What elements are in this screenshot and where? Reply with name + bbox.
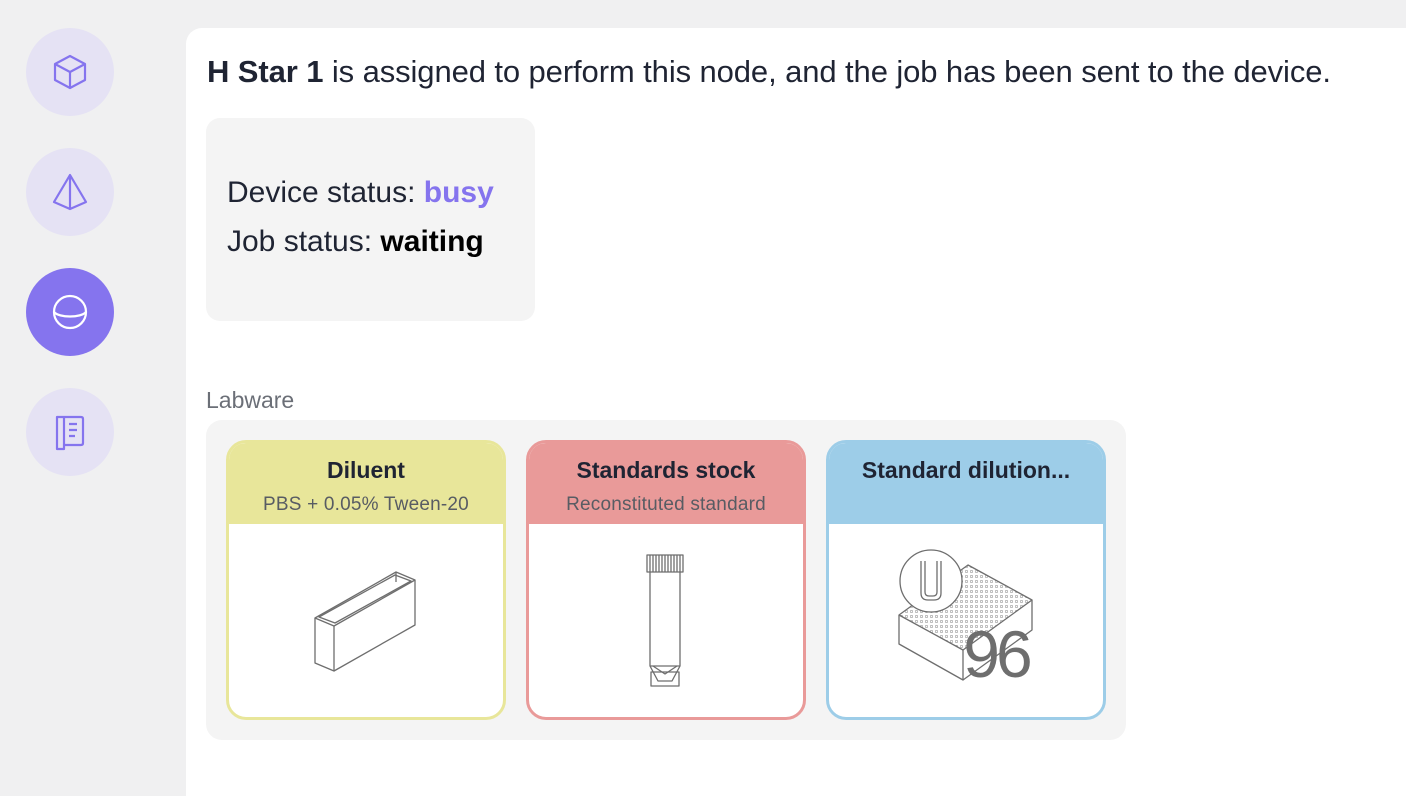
device-name: H Star 1 xyxy=(207,54,324,89)
labware-card-header: Standards stock Reconstituted standard xyxy=(529,443,803,524)
sidebar-item-sphere[interactable] xyxy=(26,268,114,356)
sidebar-item-notebook[interactable] xyxy=(26,388,114,476)
labware-card-diluent[interactable]: Diluent PBS + 0.05% Tween-20 xyxy=(226,440,506,720)
job-status-label: Job status: xyxy=(227,225,381,258)
assignment-text: is assigned to perform this node, and th… xyxy=(323,54,1331,89)
labware-card-header: Standard dilution... xyxy=(829,443,1103,524)
labware-title: Standards stock xyxy=(576,457,756,483)
main-panel: H Star 1 is assigned to perform this nod… xyxy=(186,28,1406,796)
job-status-value: waiting xyxy=(380,225,484,258)
device-status: Device status: busy xyxy=(227,176,494,210)
notebook-icon xyxy=(55,415,85,451)
assignment-message: H Star 1 is assigned to perform this nod… xyxy=(207,54,1331,90)
sphere-icon xyxy=(52,294,88,330)
labware-title: Standard dilution... xyxy=(861,457,1071,483)
labware-subtitle: Reconstituted standard xyxy=(566,494,766,515)
tube-icon xyxy=(646,554,684,687)
labware-card-standards-stock[interactable]: Standards stock Reconstituted standard xyxy=(526,440,806,720)
96-well-plate-icon: 96 xyxy=(898,549,1034,691)
labware-subtitle: PBS + 0.05% Tween-20 xyxy=(263,494,469,515)
labware-card-standard-dilution[interactable]: Standard dilution... 96 xyxy=(826,440,1106,720)
labware-heading: Labware xyxy=(206,387,295,413)
labware-panel: Diluent PBS + 0.05% Tween-20 Standards s… xyxy=(206,420,1126,740)
labware-title: Diluent xyxy=(327,457,405,483)
plate-label: 96 xyxy=(963,617,1030,691)
sidebar-item-cube[interactable] xyxy=(26,28,114,116)
device-status-label: Device status: xyxy=(227,176,424,209)
labware-card-header: Diluent PBS + 0.05% Tween-20 xyxy=(229,443,503,524)
cube-icon xyxy=(53,54,87,90)
sidebar-item-pyramid[interactable] xyxy=(26,148,114,236)
reservoir-icon xyxy=(314,571,416,672)
device-status-value: busy xyxy=(423,176,494,209)
status-card: Device status: busy Job status: waiting xyxy=(206,118,535,321)
job-status: Job status: waiting xyxy=(227,225,484,259)
sidebar xyxy=(0,0,186,796)
pyramid-icon xyxy=(52,173,88,211)
